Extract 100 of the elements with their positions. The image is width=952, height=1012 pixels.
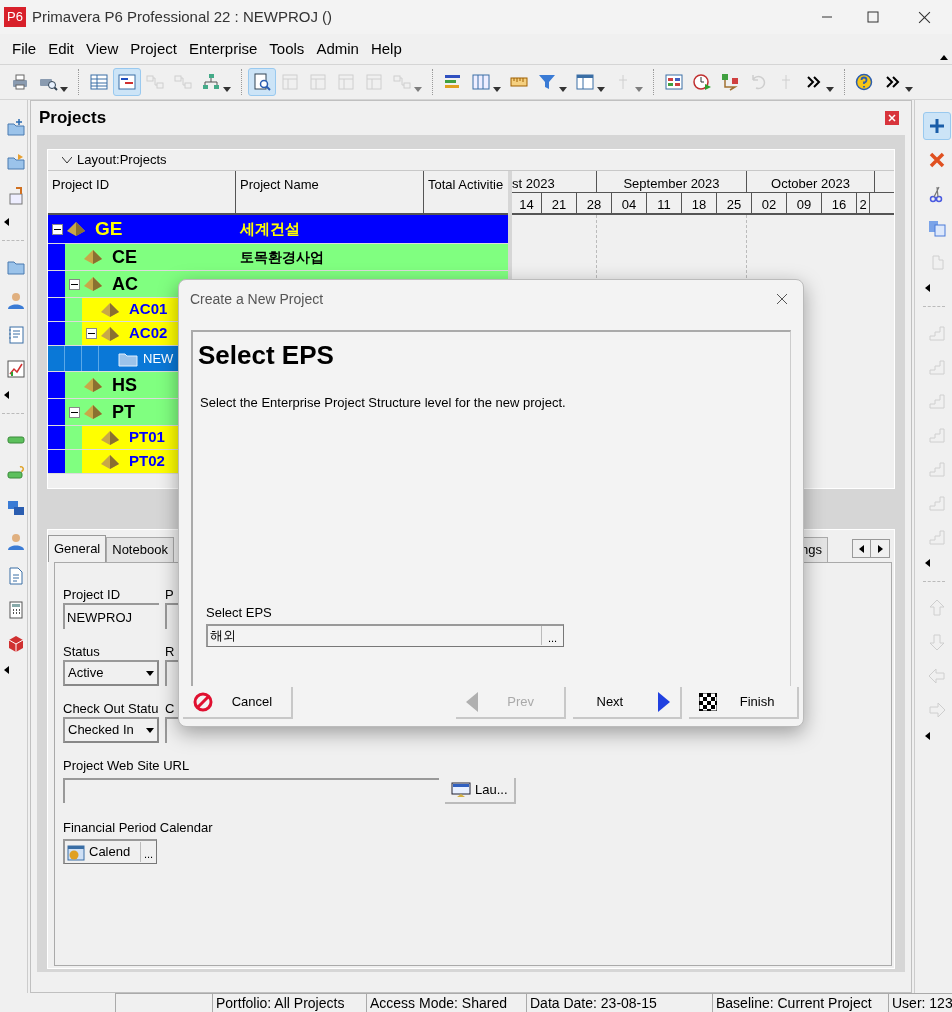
collapse-toggle[interactable] bbox=[69, 406, 80, 418]
diamond-icon bbox=[67, 222, 85, 236]
left-triangle-icon bbox=[859, 544, 865, 553]
overflow-icon[interactable] bbox=[4, 391, 9, 399]
chevron-icon[interactable] bbox=[62, 157, 72, 163]
menu-item[interactable]: Admin bbox=[310, 37, 365, 61]
week-header: 28 bbox=[577, 193, 612, 213]
menu-item[interactable]: Enterprise bbox=[182, 37, 264, 61]
browse-button[interactable]: ... bbox=[541, 626, 563, 645]
field-label: Status bbox=[63, 643, 101, 658]
link-icon bbox=[145, 72, 165, 92]
column-header[interactable]: Total Activitie bbox=[424, 171, 508, 213]
dialog-title: Create a New Project bbox=[190, 289, 324, 309]
week-header: 21 bbox=[542, 193, 577, 213]
menu-item[interactable]: File bbox=[6, 37, 43, 61]
overflow-icon[interactable] bbox=[4, 218, 9, 226]
status-field: Data Date: 23-08-15 bbox=[526, 993, 712, 1012]
toolbar-button[interactable] bbox=[248, 68, 276, 96]
project-id: HS bbox=[112, 373, 137, 397]
network-icon bbox=[720, 72, 740, 92]
calendar-field[interactable]: Calend ... bbox=[63, 839, 157, 864]
stairs-icon bbox=[927, 391, 948, 411]
close-icon bbox=[917, 10, 931, 24]
tab[interactable]: General bbox=[48, 535, 107, 562]
right-triangle-icon bbox=[658, 692, 671, 712]
overflow-icon[interactable] bbox=[4, 666, 9, 674]
cancel-button[interactable]: Cancel bbox=[183, 687, 293, 719]
diamond-icon bbox=[84, 405, 102, 419]
right-triangle-icon bbox=[877, 544, 883, 553]
windows-icon bbox=[6, 498, 26, 518]
folder-open-icon bbox=[6, 152, 26, 172]
person-icon bbox=[6, 532, 26, 552]
overflow-icon[interactable] bbox=[940, 54, 948, 60]
overflow-icon[interactable] bbox=[925, 284, 931, 292]
project-id: PT01 bbox=[129, 427, 165, 448]
collapse-toggle[interactable] bbox=[52, 223, 63, 235]
caret-icon bbox=[905, 87, 913, 92]
field-label: R bbox=[165, 643, 175, 658]
arrow-right-icon bbox=[927, 700, 948, 720]
column-header[interactable]: Project Name bbox=[236, 171, 424, 213]
copy-icon bbox=[927, 218, 948, 238]
collapse-toggle[interactable] bbox=[69, 278, 80, 290]
cube-icon bbox=[6, 634, 26, 654]
input-field[interactable] bbox=[63, 777, 439, 803]
step-description: Select the Enterprise Project Structure level for the new project. bbox=[199, 394, 567, 412]
calendar-icon bbox=[66, 843, 86, 861]
project-id: GE bbox=[95, 216, 123, 241]
window-title: Primavera P6 Professional 22 : NEWPROJ () bbox=[32, 6, 333, 27]
launch-button[interactable]: Lau... bbox=[445, 777, 516, 804]
caret-icon bbox=[559, 87, 567, 92]
dropdown[interactable]: Checked In bbox=[63, 717, 159, 743]
caret-icon bbox=[146, 670, 154, 676]
field-label: Project ID bbox=[63, 586, 122, 601]
field-label: Check Out Statu bbox=[63, 700, 159, 715]
step-heading: Select EPS bbox=[198, 339, 335, 372]
document-icon bbox=[6, 566, 26, 586]
tab[interactable]: Notebook bbox=[106, 537, 174, 562]
project-id: PT bbox=[112, 400, 135, 424]
table-icon bbox=[89, 72, 109, 92]
link-icon bbox=[173, 72, 193, 92]
tree-row[interactable]: GE 세계건설 bbox=[48, 215, 508, 244]
collapse-toggle[interactable] bbox=[86, 328, 97, 339]
menu-item[interactable]: View bbox=[80, 37, 125, 61]
field-value: 해외 bbox=[209, 627, 236, 645]
panes-icon bbox=[575, 72, 595, 92]
project-id: NEW bbox=[143, 349, 174, 368]
status-field: Portfolio: All Projects bbox=[212, 993, 366, 1012]
overflow-icon[interactable] bbox=[925, 559, 931, 567]
input-field[interactable]: NEWPROJ bbox=[63, 603, 159, 629]
menu-item[interactable]: Project bbox=[124, 37, 183, 61]
close-button[interactable] bbox=[885, 111, 900, 125]
diamond-icon bbox=[101, 326, 119, 341]
folder-icon bbox=[118, 350, 138, 367]
column-header[interactable]: Project ID bbox=[48, 171, 236, 213]
stairs-icon bbox=[927, 527, 948, 547]
next-button[interactable]: Next bbox=[572, 687, 683, 719]
menu-item[interactable]: Tools bbox=[263, 37, 311, 61]
window-icon bbox=[308, 72, 328, 92]
month-header: st 2023 bbox=[512, 171, 597, 192]
dropdown[interactable]: Active bbox=[63, 660, 159, 686]
diamond-icon bbox=[84, 378, 102, 392]
eps-field[interactable]: 해외 ... bbox=[206, 624, 564, 647]
help-icon bbox=[855, 72, 875, 92]
menu-item[interactable]: Help bbox=[364, 37, 408, 61]
project-id: PT02 bbox=[129, 451, 165, 472]
close-button[interactable] bbox=[775, 292, 789, 306]
finish-button[interactable]: Finish bbox=[689, 687, 799, 719]
tree-icon bbox=[201, 72, 221, 92]
stairs-icon bbox=[927, 493, 948, 513]
browse-button[interactable]: ... bbox=[140, 842, 156, 862]
week-header: 2 bbox=[857, 193, 870, 213]
caret-icon bbox=[493, 87, 501, 92]
gantt-icon bbox=[117, 72, 137, 92]
overflow-icon[interactable] bbox=[925, 732, 931, 740]
week-header: 02 bbox=[752, 193, 787, 213]
columns-icon bbox=[471, 72, 491, 92]
caret-icon bbox=[826, 87, 834, 92]
checkered-flag-icon bbox=[699, 693, 718, 711]
app-logo: P6 bbox=[4, 7, 26, 27]
menu-item[interactable]: Edit bbox=[42, 37, 81, 61]
